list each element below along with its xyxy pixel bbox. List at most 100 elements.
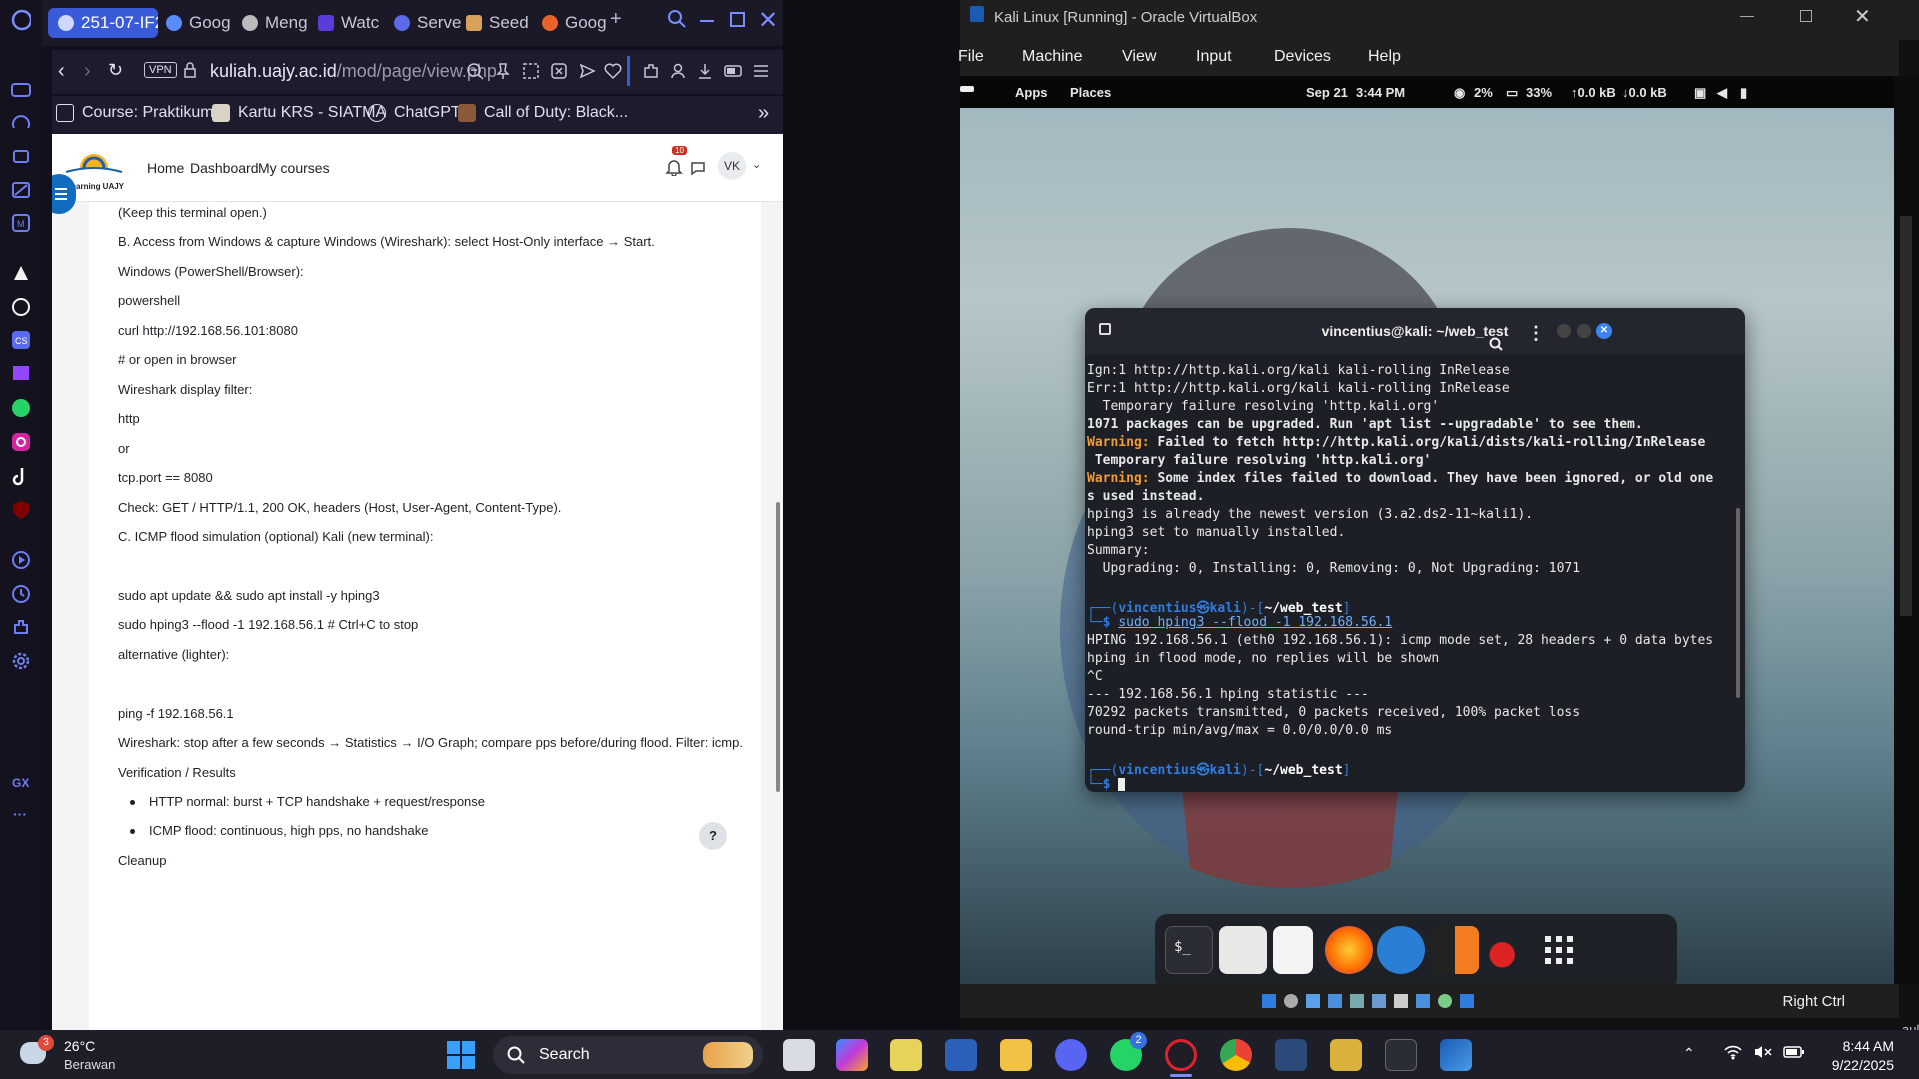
messages-icon[interactable] bbox=[690, 160, 706, 181]
places-menu[interactable]: Places bbox=[1070, 85, 1111, 100]
close-icon[interactable]: ✕ bbox=[758, 6, 778, 35]
cs-icon[interactable]: CS bbox=[11, 330, 31, 350]
instagram-icon[interactable] bbox=[11, 432, 31, 452]
back-icon[interactable]: ‹ bbox=[58, 60, 65, 83]
drawer-toggle-button[interactable] bbox=[52, 174, 76, 214]
bookmark-krs[interactable]: Kartu KRS - SIATMA bbox=[212, 104, 386, 122]
nav-my-courses[interactable]: My courses bbox=[258, 160, 330, 176]
kali-menu-icon[interactable] bbox=[960, 86, 974, 92]
whatsapp-icon[interactable] bbox=[11, 398, 31, 418]
pin-icon[interactable] bbox=[494, 62, 512, 85]
gx-label[interactable]: GX bbox=[12, 776, 29, 790]
extensions-icon[interactable] bbox=[11, 617, 31, 637]
terminal-icon[interactable] bbox=[1385, 1039, 1417, 1071]
menu-view[interactable]: View bbox=[1122, 48, 1156, 66]
more-bookmarks-icon[interactable]: » bbox=[758, 102, 769, 125]
nav-dashboard[interactable]: Dashboard bbox=[190, 160, 259, 176]
bookmark-chatgpt[interactable]: ChatGPT bbox=[368, 104, 461, 122]
scrollbar-thumb[interactable] bbox=[776, 502, 780, 792]
download-icon[interactable] bbox=[696, 62, 714, 85]
close-button[interactable]: ✕ bbox=[1596, 323, 1612, 339]
wireshark-icon[interactable] bbox=[1377, 926, 1425, 974]
apps-menu[interactable]: Apps bbox=[1015, 85, 1048, 100]
windows-start-icon[interactable] bbox=[447, 1041, 475, 1069]
url-field[interactable]: kuliah.uajy.ac.id/mod/page/view.php bbox=[210, 61, 497, 82]
new-tab-icon[interactable] bbox=[1099, 323, 1111, 335]
gx-control-icon[interactable] bbox=[11, 80, 31, 100]
chrome-icon[interactable] bbox=[1220, 1039, 1252, 1071]
forward-icon[interactable]: › bbox=[84, 60, 91, 83]
cherrytree-icon[interactable] bbox=[1483, 926, 1531, 974]
easy-setup-icon[interactable] bbox=[752, 62, 770, 85]
close-icon[interactable]: ✕ bbox=[1854, 4, 1871, 29]
minimize-icon[interactable] bbox=[700, 20, 714, 22]
twitch-icon[interactable] bbox=[11, 364, 31, 384]
opera-logo-icon[interactable] bbox=[11, 9, 31, 31]
tiktok-icon[interactable] bbox=[11, 466, 31, 486]
menu-file[interactable]: File bbox=[958, 48, 984, 66]
battery-saver-icon[interactable] bbox=[724, 62, 744, 85]
aria-icon[interactable] bbox=[11, 263, 31, 283]
battery-icon[interactable] bbox=[1783, 1045, 1805, 1064]
help-button[interactable]: ? bbox=[699, 822, 727, 850]
tab-serve[interactable]: Serve bbox=[394, 8, 466, 38]
weather-temp[interactable]: 26°C bbox=[64, 1038, 95, 1054]
clock-date[interactable]: 9/22/2025 bbox=[1826, 1057, 1894, 1073]
bookmark-cod[interactable]: Call of Duty: Black... bbox=[458, 104, 628, 122]
terminal-app-icon[interactable]: $_ bbox=[1165, 926, 1213, 974]
zoom-out-icon[interactable] bbox=[466, 62, 484, 85]
gx-game-icon[interactable] bbox=[11, 146, 31, 166]
clock-time[interactable]: 8:44 AM bbox=[1838, 1038, 1894, 1054]
menu-devices[interactable]: Devices bbox=[1274, 48, 1331, 66]
visual-studio-code-icon[interactable] bbox=[1275, 1039, 1307, 1071]
tab-google[interactable]: Goog bbox=[542, 8, 614, 38]
tracker-block-icon[interactable] bbox=[550, 62, 568, 85]
panel-date[interactable]: Sep 21 bbox=[1306, 85, 1348, 100]
avatar[interactable]: VK bbox=[718, 152, 746, 180]
intellij-icon[interactable] bbox=[1330, 1039, 1362, 1071]
volume-muted-icon[interactable] bbox=[1753, 1044, 1773, 1065]
chevron-down-icon[interactable]: ⌄ bbox=[752, 158, 761, 171]
tab-watch[interactable]: Watc bbox=[318, 8, 386, 38]
player-icon[interactable] bbox=[11, 550, 31, 570]
opera-gx-icon[interactable] bbox=[1165, 1039, 1197, 1071]
maximize-icon[interactable] bbox=[730, 12, 745, 27]
task-view-icon[interactable] bbox=[783, 1039, 815, 1071]
battery-icon[interactable]: ▮ bbox=[1740, 85, 1747, 101]
minimize-icon[interactable] bbox=[1740, 16, 1754, 17]
gx-wallpaper-icon[interactable] bbox=[11, 180, 31, 200]
volume-icon[interactable]: ◀ bbox=[1717, 85, 1727, 101]
weather-desc[interactable]: Berawan bbox=[64, 1057, 115, 1072]
ublock-icon[interactable] bbox=[11, 500, 31, 520]
maximize-icon[interactable] bbox=[1800, 10, 1812, 22]
files-app-icon[interactable] bbox=[1219, 926, 1267, 974]
nav-home[interactable]: Home bbox=[147, 160, 184, 176]
burpsuite-icon[interactable] bbox=[1431, 926, 1479, 974]
tab-active[interactable]: 251-07-IF2 bbox=[48, 8, 158, 38]
wireshark-icon[interactable] bbox=[1440, 1039, 1472, 1071]
search-icon[interactable] bbox=[668, 10, 686, 34]
window-icon[interactable]: ▣ bbox=[1694, 85, 1706, 101]
extensions-puzzle-icon[interactable] bbox=[642, 62, 660, 85]
chevron-up-icon[interactable]: ⌃ bbox=[1683, 1045, 1695, 1062]
menu-machine[interactable]: Machine bbox=[1022, 48, 1082, 66]
page-scrollbar[interactable] bbox=[774, 202, 783, 1030]
wifi-icon[interactable] bbox=[1723, 1044, 1743, 1065]
heart-icon[interactable] bbox=[604, 62, 622, 85]
tab-chatgpt[interactable]: Meng bbox=[242, 8, 312, 38]
vpn-badge[interactable]: VPN bbox=[144, 62, 177, 78]
terminal-scrollbar[interactable] bbox=[1736, 508, 1740, 698]
search-box[interactable]: Search bbox=[493, 1036, 763, 1074]
snipping-icon[interactable] bbox=[890, 1039, 922, 1071]
tab-gemini[interactable]: Goog bbox=[166, 8, 234, 38]
menu-kebab-icon[interactable]: ⋮ bbox=[1527, 310, 1545, 356]
file-explorer-icon[interactable] bbox=[1000, 1039, 1032, 1071]
firefox-icon[interactable] bbox=[1325, 926, 1373, 974]
new-tab-icon[interactable]: + bbox=[610, 8, 622, 31]
settings-gear-icon[interactable] bbox=[11, 651, 31, 671]
word-icon[interactable] bbox=[945, 1039, 977, 1071]
chatgpt-icon[interactable] bbox=[11, 297, 31, 317]
scrollbar-thumb[interactable] bbox=[1900, 216, 1912, 616]
show-apps-icon[interactable] bbox=[1535, 926, 1583, 974]
gx-speedometer-icon[interactable] bbox=[11, 113, 31, 133]
